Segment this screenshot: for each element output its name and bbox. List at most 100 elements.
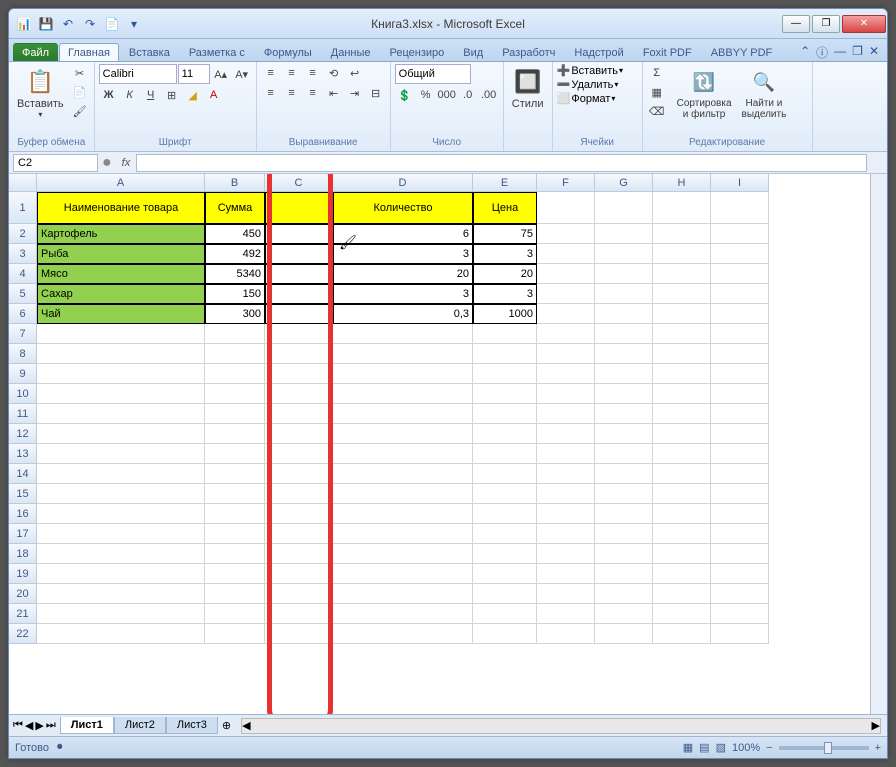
redo-icon[interactable]: ↷ xyxy=(81,15,99,33)
cell-F1[interactable] xyxy=(537,192,595,224)
cell-E2[interactable]: 75 xyxy=(473,224,537,244)
shrink-font-icon[interactable]: A▾ xyxy=(232,65,252,83)
cell-B16[interactable] xyxy=(205,504,265,524)
cell-I17[interactable] xyxy=(711,524,769,544)
cell-H5[interactable] xyxy=(653,284,711,304)
inc-decimal-icon[interactable]: .0 xyxy=(458,86,478,104)
cell-C15[interactable] xyxy=(265,484,333,504)
cell-D1[interactable]: Количество xyxy=(333,192,473,224)
cell-A18[interactable] xyxy=(37,544,205,564)
number-format-combo[interactable]: Общий xyxy=(395,64,471,84)
cell-G15[interactable] xyxy=(595,484,653,504)
cell-E19[interactable] xyxy=(473,564,537,584)
cell-C8[interactable] xyxy=(265,344,333,364)
cell-B10[interactable] xyxy=(205,384,265,404)
cell-D10[interactable] xyxy=(333,384,473,404)
cell-E15[interactable] xyxy=(473,484,537,504)
select-all-corner[interactable] xyxy=(9,174,37,192)
tab-formulas[interactable]: Формулы xyxy=(255,43,321,61)
cell-E20[interactable] xyxy=(473,584,537,604)
cell-G17[interactable] xyxy=(595,524,653,544)
cell-F13[interactable] xyxy=(537,444,595,464)
dec-decimal-icon[interactable]: .00 xyxy=(479,86,499,104)
cell-G11[interactable] xyxy=(595,404,653,424)
cell-C16[interactable] xyxy=(265,504,333,524)
underline-button[interactable]: Ч xyxy=(141,86,161,104)
cell-F18[interactable] xyxy=(537,544,595,564)
cell-F15[interactable] xyxy=(537,484,595,504)
cell-I5[interactable] xyxy=(711,284,769,304)
sheet-nav-next-icon[interactable]: ▶ xyxy=(35,719,43,732)
cell-B11[interactable] xyxy=(205,404,265,424)
minimize-ribbon-icon[interactable]: ⌃ xyxy=(800,44,810,61)
cell-A19[interactable] xyxy=(37,564,205,584)
cell-B9[interactable] xyxy=(205,364,265,384)
cell-D15[interactable] xyxy=(333,484,473,504)
row-header-13[interactable]: 13 xyxy=(9,444,37,464)
cell-A8[interactable] xyxy=(37,344,205,364)
cell-D13[interactable] xyxy=(333,444,473,464)
cell-E5[interactable]: 3 xyxy=(473,284,537,304)
col-header-B[interactable]: B xyxy=(205,174,265,192)
doc-max-icon[interactable]: ❐ xyxy=(852,44,863,61)
cell-B6[interactable]: 300 xyxy=(205,304,265,324)
row-header-2[interactable]: 2 xyxy=(9,224,37,244)
row-header-6[interactable]: 6 xyxy=(9,304,37,324)
cell-D17[interactable] xyxy=(333,524,473,544)
cell-G2[interactable] xyxy=(595,224,653,244)
merge-icon[interactable]: ⊟ xyxy=(366,84,386,102)
cell-H4[interactable] xyxy=(653,264,711,284)
formula-bar[interactable] xyxy=(136,154,867,172)
col-header-D[interactable]: D xyxy=(333,174,473,192)
cell-H13[interactable] xyxy=(653,444,711,464)
cell-B20[interactable] xyxy=(205,584,265,604)
cell-F12[interactable] xyxy=(537,424,595,444)
cell-D14[interactable] xyxy=(333,464,473,484)
cell-C22[interactable] xyxy=(265,624,333,644)
cell-D8[interactable] xyxy=(333,344,473,364)
row-header-22[interactable]: 22 xyxy=(9,624,37,644)
sheet-tab-2[interactable]: Лист2 xyxy=(114,717,166,734)
cell-A20[interactable] xyxy=(37,584,205,604)
cell-I4[interactable] xyxy=(711,264,769,284)
cells-delete-button[interactable]: ➖Удалить▾ xyxy=(557,78,619,91)
view-normal-icon[interactable]: ▦ xyxy=(683,741,693,754)
tab-view[interactable]: Вид xyxy=(454,43,492,61)
cell-I3[interactable] xyxy=(711,244,769,264)
cell-C10[interactable] xyxy=(265,384,333,404)
col-header-H[interactable]: H xyxy=(653,174,711,192)
format-painter-icon[interactable]: 🖌 xyxy=(70,102,90,120)
cell-G16[interactable] xyxy=(595,504,653,524)
cell-A6[interactable]: Чай xyxy=(37,304,205,324)
tab-review[interactable]: Рецензиро xyxy=(381,43,454,61)
col-header-I[interactable]: I xyxy=(711,174,769,192)
cell-H1[interactable] xyxy=(653,192,711,224)
font-size-combo[interactable]: 11 xyxy=(178,64,210,84)
currency-icon[interactable]: 💲 xyxy=(395,86,415,104)
cell-D6[interactable]: 0,3 xyxy=(333,304,473,324)
cell-H11[interactable] xyxy=(653,404,711,424)
tab-developer[interactable]: Разработч xyxy=(493,43,564,61)
cell-A5[interactable]: Сахар xyxy=(37,284,205,304)
cell-C4[interactable] xyxy=(265,264,333,284)
cell-I20[interactable] xyxy=(711,584,769,604)
cell-A15[interactable] xyxy=(37,484,205,504)
cell-H10[interactable] xyxy=(653,384,711,404)
align-top-icon[interactable]: ≡ xyxy=(261,64,281,82)
styles-button[interactable]: 🔲 Стили xyxy=(508,64,548,112)
row-header-16[interactable]: 16 xyxy=(9,504,37,524)
cell-B18[interactable] xyxy=(205,544,265,564)
cell-B1[interactable]: Сумма xyxy=(205,192,265,224)
cell-F6[interactable] xyxy=(537,304,595,324)
cell-B7[interactable] xyxy=(205,324,265,344)
cell-F20[interactable] xyxy=(537,584,595,604)
cell-D18[interactable] xyxy=(333,544,473,564)
close-button[interactable]: ✕ xyxy=(842,15,886,33)
row-header-17[interactable]: 17 xyxy=(9,524,37,544)
cell-F10[interactable] xyxy=(537,384,595,404)
cell-H21[interactable] xyxy=(653,604,711,624)
row-header-11[interactable]: 11 xyxy=(9,404,37,424)
cell-I1[interactable] xyxy=(711,192,769,224)
cell-E22[interactable] xyxy=(473,624,537,644)
cell-E18[interactable] xyxy=(473,544,537,564)
